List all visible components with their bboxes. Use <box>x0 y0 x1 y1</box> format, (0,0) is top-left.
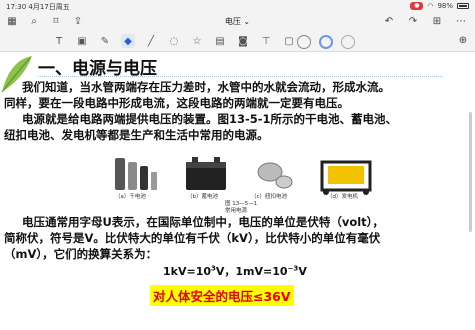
status-right: ● ◠ 98% <box>410 2 469 10</box>
paragraph-line: 我们知道，当水管两端存在压力差时，水管中的水就会流动，形成水流。 <box>22 80 390 94</box>
paragraph-line: 电压通常用字母U表示，在国际单位制中，电压的单位是伏特（volt）， <box>22 215 384 229</box>
paragraph-line: （mV），它们的换算关系为： <box>4 247 158 261</box>
document-title: 电压 <box>224 17 241 26</box>
top-toolbar: ▦ ⌕ ⌑ ⇪ 电压 ⌄ ↶ ↷ ⊞ ⋯ <box>0 13 475 30</box>
color-swatch-gray[interactable] <box>341 35 355 49</box>
redo-icon[interactable]: ↷ <box>407 15 419 27</box>
power-sources-figure: （a）干电池 （b）蓄电池 （c）纽扣电池 （d）发电机 图 13—5—1 常用… <box>99 146 382 214</box>
lasso-tool-icon[interactable]: ◌ <box>167 34 181 48</box>
paragraph-line: 同样，要在一段电路中形成电流，这段电路的两端就一定要有电压。 <box>4 96 349 110</box>
chevron-down-icon: ⌄ <box>243 17 251 26</box>
pen-tool-icon[interactable]: ✎ <box>98 34 112 48</box>
color-swatch-black[interactable] <box>297 35 311 49</box>
image-tool-icon[interactable]: ▣ <box>75 34 89 48</box>
add-page-icon[interactable]: ⊞ <box>431 15 443 27</box>
battery-icon <box>457 3 469 9</box>
eraser-tool-icon[interactable]: ◆ <box>121 34 135 48</box>
status-bar: 17:30 4月17日周五 ● ◠ 98% <box>0 0 475 13</box>
wifi-icon: ◠ <box>427 2 434 10</box>
record-indicator-icon: ● <box>410 2 424 10</box>
figure-caption: （d）发电机 <box>327 194 358 200</box>
battery-percent: 98% <box>437 2 453 10</box>
highlighter-tool-icon[interactable]: ╱ <box>144 34 158 48</box>
heading-divider <box>38 76 443 77</box>
paragraph-line: 电源就是给电路两端提供电压的装置。图13-5-1所示的干电池、蓄电池、 <box>22 112 398 126</box>
camera-tool-icon[interactable]: ◙ <box>236 34 250 48</box>
vertical-scrollbar[interactable] <box>469 112 472 232</box>
paragraph-line: 纽扣电池、发电机等都是生产和生活中常用的电源。 <box>4 128 269 142</box>
unit-conversion-formula: 1kV=103V，1mV=10−3V <box>163 264 307 278</box>
text-tool-icon[interactable]: T <box>52 34 66 48</box>
undo-icon[interactable]: ↶ <box>383 15 395 27</box>
color-swatch-blue[interactable] <box>319 35 333 49</box>
text-box-icon[interactable]: ⊤ <box>259 34 273 48</box>
safety-voltage-highlight: 对人体安全的电压≤36V <box>150 285 294 306</box>
status-time: 17:30 4月17日周五 <box>6 3 70 11</box>
document-page: 一、电源与电压 我们知道，当水管两端存在压力差时，水管中的水就会流动，形成水流。… <box>0 52 475 330</box>
more-icon[interactable]: ⋯ <box>455 15 467 27</box>
zoom-icon[interactable]: ⊕ <box>457 34 469 46</box>
figure-title: 常用电源 <box>225 208 248 214</box>
paragraph-line: 简称伏，符号是V。比伏特大的单位有千伏（kV），比伏特小的单位有毫伏 <box>4 231 381 245</box>
sticker-icon[interactable]: ▢ <box>282 34 296 48</box>
pen-toolbar: T ▣ ✎ ◆ ╱ ◌ ☆ ▤ ◙ ⊤ ▢ ⊕ <box>0 30 475 52</box>
figure-caption: （b）蓄电池 <box>187 194 218 200</box>
photo-tool-icon[interactable]: ▤ <box>213 34 227 48</box>
figure-caption: （a）干电池 <box>115 194 146 200</box>
shape-tool-icon[interactable]: ☆ <box>190 34 204 48</box>
